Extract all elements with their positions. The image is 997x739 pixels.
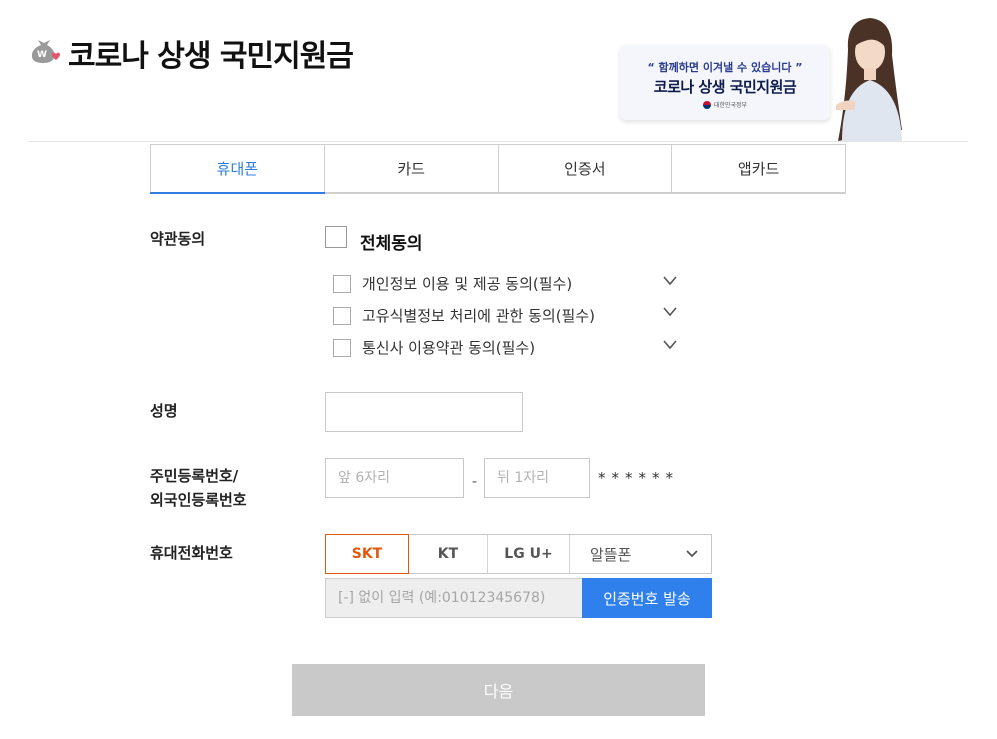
tab-app-card[interactable]: 앱카드: [672, 145, 845, 192]
tab-certificate[interactable]: 인증서: [499, 145, 673, 192]
term-label-unique-id[interactable]: 고유식별정보 처리에 관한 동의(필수): [362, 305, 595, 326]
resident-number-label-line1: 주민등록번호/: [150, 467, 239, 485]
resident-number-label: 주민등록번호/ 외국인등록번호: [150, 464, 247, 512]
tab-card[interactable]: 카드: [325, 145, 499, 192]
name-label: 성명: [150, 402, 178, 420]
phone-label: 휴대전화번호: [150, 544, 233, 562]
banner-slogan: “ 함께하면 이겨낼 수 있습니다 ”: [647, 61, 803, 74]
svg-text:W: W: [37, 50, 47, 60]
mvno-select-label: 알뜰폰: [590, 545, 632, 564]
terms-label: 약관동의: [150, 230, 206, 248]
name-input[interactable]: [325, 392, 523, 432]
term-label-privacy[interactable]: 개인정보 이용 및 제공 동의(필수): [362, 273, 572, 294]
term-checkbox-unique-id[interactable]: [333, 307, 351, 325]
phone-number-input[interactable]: [325, 578, 583, 618]
term-checkbox-carrier[interactable]: [333, 339, 351, 357]
resident-back-input[interactable]: [484, 458, 590, 498]
tab-phone[interactable]: 휴대폰: [150, 145, 325, 194]
mvno-select[interactable]: 알뜰폰: [570, 535, 711, 573]
agree-all-checkbox[interactable]: [325, 226, 347, 248]
agree-all-label[interactable]: 전체동의: [360, 229, 423, 254]
banner-title: 코로나 상생 국민지원금: [653, 78, 797, 96]
banner-gov-text: 대한민국정부: [713, 102, 748, 109]
chevron-down-icon: [686, 550, 698, 558]
term-checkbox-privacy[interactable]: [333, 275, 351, 293]
send-code-button[interactable]: 인증번호 발송: [582, 578, 712, 618]
page-title: 코로나 상생 국민지원금: [68, 39, 354, 74]
auth-method-tabs: 휴대폰 카드 인증서 앱카드: [150, 144, 846, 194]
gov-emblem-icon: [702, 100, 711, 109]
term-label-carrier[interactable]: 통신사 이용약관 동의(필수): [362, 337, 535, 358]
chevron-down-icon[interactable]: [662, 306, 678, 318]
resident-front-input[interactable]: [325, 458, 464, 498]
resident-mask: ******: [598, 469, 679, 487]
resident-dash: -: [472, 474, 478, 490]
resident-number-label-line2: 외국인등록번호: [150, 491, 247, 509]
carrier-selector: SKT KT LG U+ 알뜰폰: [325, 534, 712, 574]
chevron-down-icon[interactable]: [662, 275, 678, 287]
carrier-kt[interactable]: KT: [409, 535, 488, 573]
model-photo: [836, 18, 902, 141]
promo-banner: “ 함께하면 이겨낼 수 있습니다 ” 코로나 상생 국민지원금 대한민국정부: [620, 45, 830, 120]
carrier-lgu[interactable]: LG U+: [488, 535, 570, 573]
money-bag-heart-icon: W: [31, 40, 60, 63]
carrier-skt[interactable]: SKT: [325, 534, 409, 574]
chevron-down-icon[interactable]: [662, 339, 678, 351]
banner-gov-label: 대한민국정부: [620, 100, 830, 109]
next-button[interactable]: 다음: [292, 664, 705, 716]
header-divider: [28, 141, 968, 142]
